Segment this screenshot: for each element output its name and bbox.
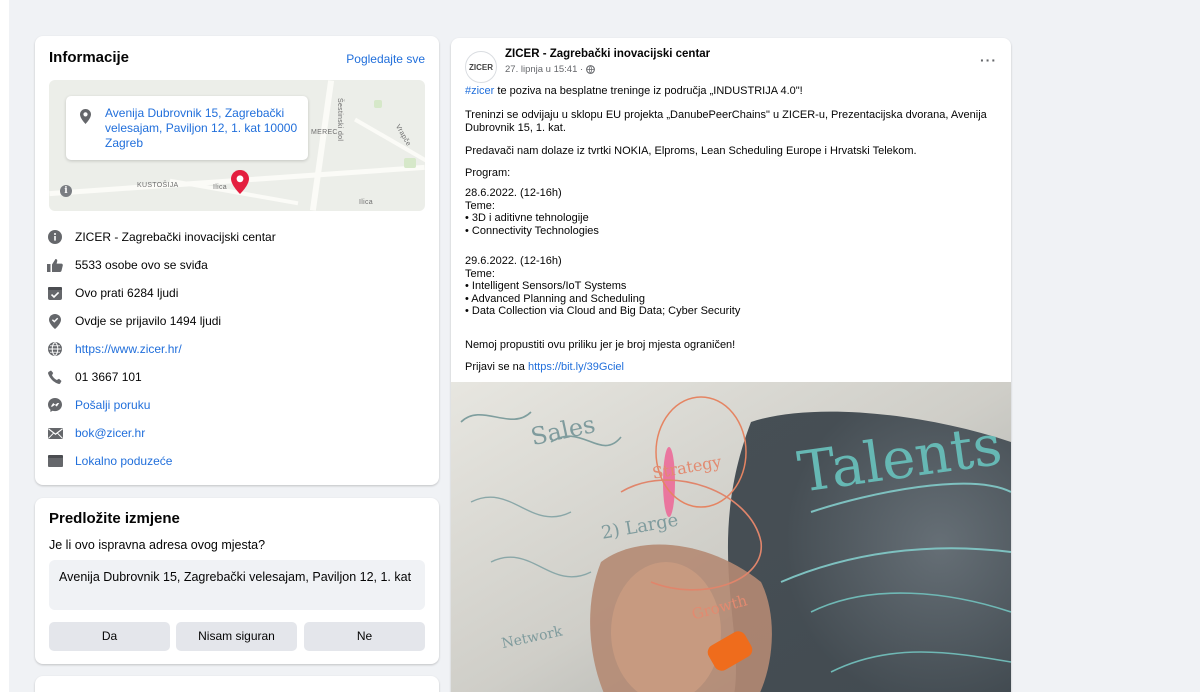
post-card: ZICER ZICER - Zagrebački inovacijski cen… — [451, 38, 1011, 692]
map-label: Ilica — [359, 199, 373, 206]
category-icon — [47, 453, 63, 469]
program-day-2: 29.6.2022. (12-16h) Teme: • Intelligent … — [465, 255, 741, 317]
phone-icon — [47, 369, 63, 385]
signup-link[interactable]: https://bit.ly/39Gciel — [528, 361, 624, 373]
map-label: KUSTOŠIJA — [137, 182, 179, 189]
follow-icon — [47, 285, 63, 301]
info-row-category: Lokalno poduzeće — [47, 451, 172, 471]
map-label: MEREC — [311, 129, 338, 136]
post-intro: te poziva na besplatne treninge iz podru… — [494, 85, 803, 97]
suggest-title: Predložite izmjene — [49, 510, 180, 527]
info-title: Informacije — [49, 49, 130, 66]
info-row-email: bok@zicer.hr — [47, 423, 145, 443]
location-pin-icon — [80, 109, 91, 124]
glass-board-photo: Talents Sales Strategy 2) Large Growth N… — [451, 382, 1011, 692]
globe-icon — [47, 341, 63, 357]
suggest-edits-card: Predložite izmjene Je li ovo ispravna ad… — [35, 498, 439, 664]
post-timestamp[interactable]: 27. lipnja u 15:41 · — [505, 64, 596, 75]
email-icon — [47, 425, 63, 441]
info-row-likes: 5533 osobe ovo se sviđa — [47, 255, 208, 275]
post-paragraph: Program: — [465, 167, 511, 179]
left-edge — [0, 0, 9, 692]
map-label: Ilica — [213, 184, 227, 191]
info-row-checkins: Ovdje se prijavilo 1494 ljudi — [47, 311, 221, 331]
messenger-icon — [47, 397, 63, 413]
avatar[interactable]: ZICER — [465, 51, 497, 83]
post-paragraph: Treninzi se odvijaju u sklopu EU projekt… — [465, 109, 987, 134]
checkins-count: Ovdje se prijavilo 1494 ljudi — [75, 314, 222, 328]
location-icon — [47, 313, 63, 329]
info-row-follows: Ovo prati 6284 ljudi — [47, 283, 178, 303]
website-link[interactable]: https://www.zicer.hr/ — [75, 342, 182, 356]
map-info-icon[interactable]: i — [60, 185, 72, 197]
page-name: ZICER - Zagrebački inovacijski centar — [75, 230, 276, 244]
info-row-website: https://www.zicer.hr/ — [47, 339, 182, 359]
post-paragraph: Predavači nam dolaze iz tvrtki NOKIA, El… — [465, 145, 917, 157]
no-button[interactable]: Ne — [304, 622, 425, 651]
yes-button[interactable]: Da — [49, 622, 170, 651]
next-card — [35, 676, 439, 692]
suggest-question: Je li ovo ispravna adresa ovog mjesta? — [49, 538, 266, 552]
post-author[interactable]: ZICER - Zagrebački inovacijski centar — [505, 48, 710, 60]
info-row-name: ZICER - Zagrebački inovacijski centar — [47, 227, 276, 247]
followers-count: Ovo prati 6284 ljudi — [75, 286, 179, 300]
avatar-text: ZICER — [469, 62, 493, 72]
thumbs-up-icon — [47, 257, 63, 273]
unsure-button[interactable]: Nisam siguran — [176, 622, 297, 651]
email-link[interactable]: bok@zicer.hr — [75, 426, 145, 440]
program-day-1: 28.6.2022. (12-16h) Teme: • 3D i aditivn… — [465, 187, 599, 237]
info-row-phone: 01 3667 101 — [47, 367, 142, 387]
send-message-link[interactable]: Pošalji poruku — [75, 398, 150, 412]
post-time-text: 27. lipnja u 15:41 · — [505, 64, 584, 75]
map-address-box[interactable]: Avenija Dubrovnik 15, Zagrebački velesaj… — [66, 96, 308, 160]
map-marker-icon — [231, 170, 249, 194]
info-row-message: Pošalji poruku — [47, 395, 150, 415]
likes-count: 5533 osobe ovo se sviđa — [75, 258, 208, 272]
phone-number: 01 3667 101 — [75, 370, 142, 384]
map[interactable]: KUSTOŠIJA MEREC Šestinski dol Vrapče Ili… — [49, 80, 425, 211]
more-options-icon[interactable]: ··· — [980, 52, 997, 68]
public-globe-icon — [586, 65, 596, 74]
suggest-address: Avenija Dubrovnik 15, Zagrebački velesaj… — [49, 560, 425, 610]
category-link[interactable]: Lokalno poduzeće — [75, 454, 172, 468]
info-card: Informacije Pogledajte sve KUSTOŠIJA MER… — [35, 36, 439, 485]
map-address[interactable]: Avenija Dubrovnik 15, Zagrebački velesaj… — [105, 106, 301, 151]
post-image[interactable]: Talents Sales Strategy 2) Large Growth N… — [451, 382, 1011, 692]
info-icon — [47, 229, 63, 245]
see-all-link[interactable]: Pogledajte sve — [346, 52, 425, 66]
post-paragraph: Nemoj propustiti ovu priliku jer je broj… — [465, 339, 736, 351]
hashtag-link[interactable]: #zicer — [465, 85, 494, 97]
map-label: Šestinski dol — [336, 98, 343, 142]
signup-text: Prijavi se na — [465, 361, 528, 373]
